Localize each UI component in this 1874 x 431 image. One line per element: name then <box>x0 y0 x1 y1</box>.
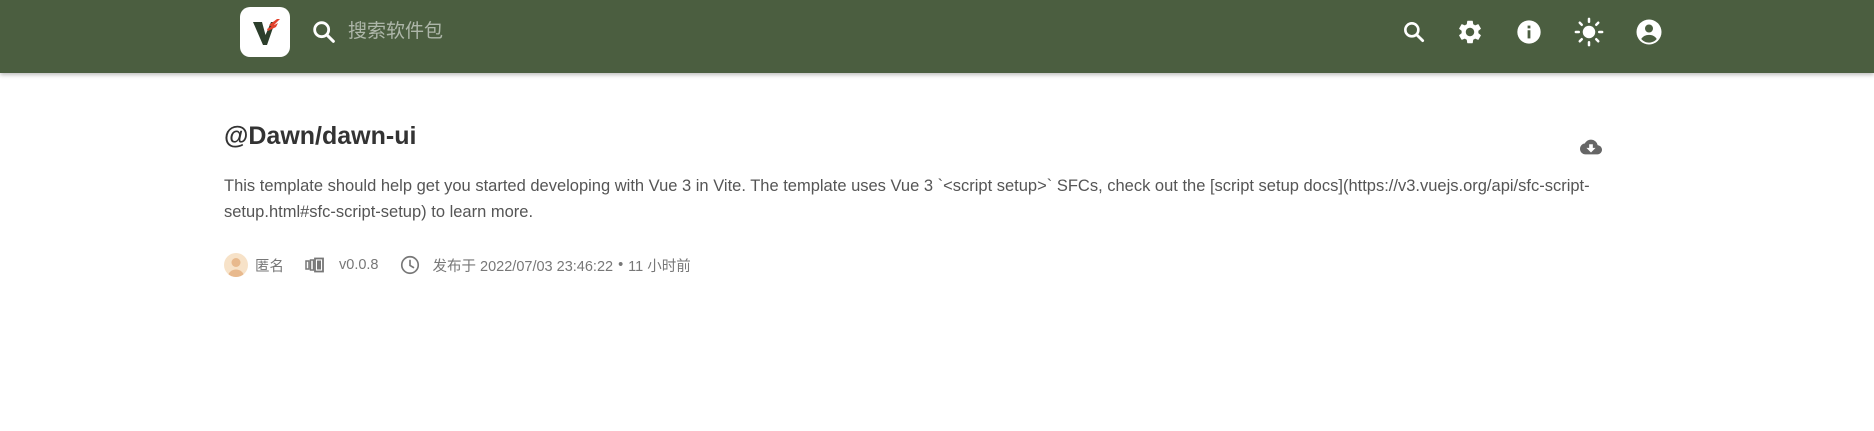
package-meta: 匿名 v0.0.8 发布于 2022/07/03 23:46:22 • 11 小… <box>224 252 691 278</box>
package-name: @Dawn/dawn-ui <box>224 122 417 150</box>
settings-button[interactable] <box>1453 15 1487 49</box>
header-search-button[interactable] <box>1397 15 1431 49</box>
author-name[interactable]: 匿名 <box>255 255 284 276</box>
vue-logo-icon <box>253 19 280 45</box>
search-icon <box>1404 22 1425 43</box>
relative-time: 11 小时前 <box>628 258 691 275</box>
author-avatar <box>224 253 248 277</box>
info-icon <box>1517 20 1541 44</box>
clock-icon <box>400 255 419 275</box>
theme-toggle-button[interactable] <box>1572 15 1606 49</box>
app-header <box>0 0 1874 73</box>
app-logo[interactable] <box>240 7 290 57</box>
package-version: v0.0.8 <box>339 257 379 273</box>
version-icon <box>305 257 324 273</box>
account-circle-icon <box>1636 19 1662 45</box>
meta-separator: • <box>618 257 624 273</box>
settings-gear-icon <box>1459 20 1481 44</box>
download-button[interactable] <box>1580 136 1602 158</box>
account-button[interactable] <box>1632 15 1666 49</box>
cloud-download-icon <box>1580 139 1602 155</box>
avatar-icon <box>227 258 245 277</box>
search-input[interactable] <box>348 16 948 48</box>
publish-date: 发布于 2022/07/03 23:46:22 <box>432 258 614 275</box>
search-icon <box>310 18 338 46</box>
brightness-icon <box>1574 17 1604 47</box>
info-button[interactable] <box>1512 15 1546 49</box>
package-description: This template should help get you starte… <box>224 177 1590 221</box>
